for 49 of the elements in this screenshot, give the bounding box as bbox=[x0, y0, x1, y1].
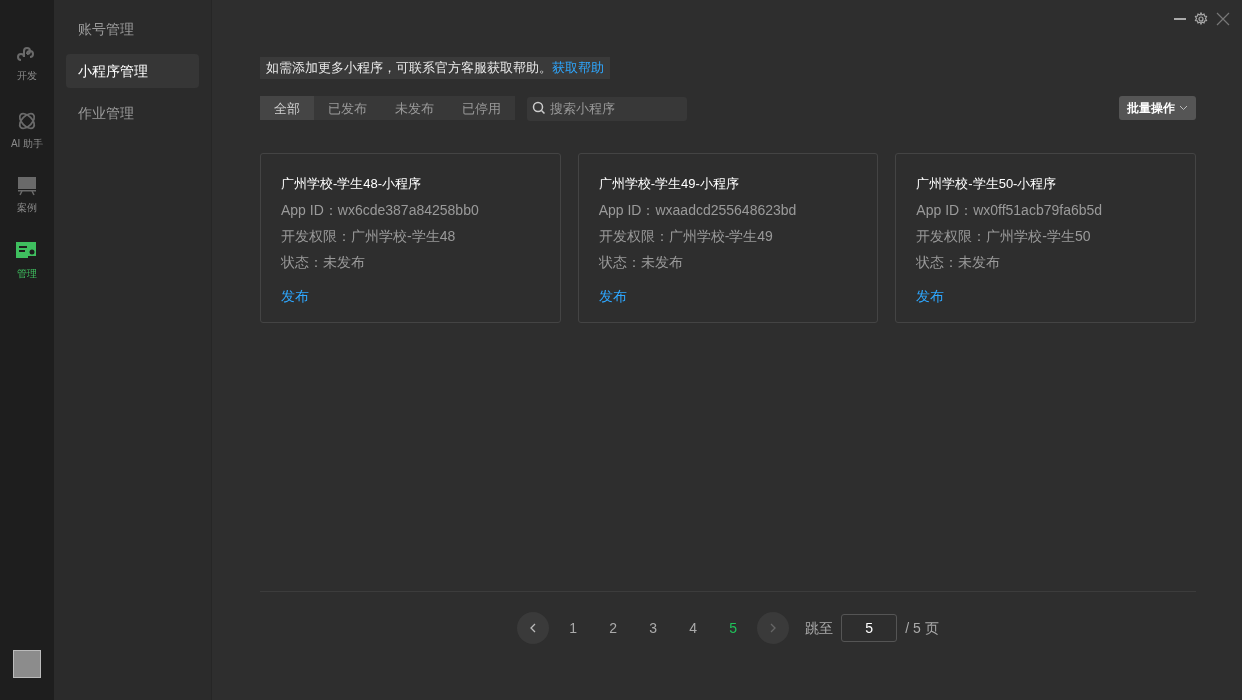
publish-link[interactable]: 发布 bbox=[916, 285, 945, 306]
help-link[interactable]: 获取帮助 bbox=[552, 58, 604, 78]
card-title: 广州学校-学生49-小程序 bbox=[598, 174, 740, 193]
app-id-text: App ID：wx6cde387a84258bb0 bbox=[281, 200, 480, 220]
rail-item[interactable]: 开发 bbox=[0, 44, 54, 110]
page-number[interactable]: 2 bbox=[597, 612, 630, 644]
rail-item[interactable]: 管理 bbox=[0, 242, 54, 308]
chevron-right-icon bbox=[770, 623, 777, 633]
filter-tab[interactable]: 已发布 bbox=[314, 96, 381, 121]
rail-item[interactable]: AI 助手 bbox=[0, 110, 54, 176]
filter-tab[interactable]: 已停用 bbox=[448, 96, 515, 121]
filter-tab[interactable]: 未发布 bbox=[381, 96, 448, 121]
card-title: 广州学校-学生48-小程序 bbox=[281, 174, 423, 193]
settings-icon[interactable] bbox=[1194, 12, 1208, 26]
sidebar-item[interactable]: 小程序管理 bbox=[66, 54, 199, 88]
chevron-left-icon bbox=[530, 623, 537, 633]
caret-icon bbox=[1179, 105, 1188, 112]
orbit-icon bbox=[16, 110, 38, 132]
status-text: 状态：未发布 bbox=[281, 252, 366, 272]
search-icon bbox=[532, 101, 546, 115]
jump-label: 跳至 bbox=[805, 618, 834, 638]
board-icon bbox=[17, 176, 37, 196]
rail-item[interactable]: 案例 bbox=[0, 176, 54, 242]
avatar-photo-placeholder[interactable] bbox=[13, 650, 41, 678]
publish-link[interactable]: 发布 bbox=[281, 285, 309, 306]
close-icon[interactable] bbox=[1216, 12, 1230, 26]
permission-text: 开发权限：广州学校-学生49 bbox=[598, 226, 774, 246]
notice-text: 如需添加更多小程序，可联系官方客服获取帮助。 bbox=[266, 59, 552, 78]
permission-text: 开发权限：广州学校-学生50 bbox=[916, 226, 1092, 246]
status-text: 状态：未发布 bbox=[598, 252, 684, 272]
app-id-text: App ID：wxaadcd255648623bd bbox=[598, 200, 798, 220]
sidebar-item[interactable]: 作业管理 bbox=[66, 96, 199, 130]
batch-button[interactable]: 批量操作 bbox=[1119, 96, 1196, 121]
page-number[interactable]: 1 bbox=[557, 612, 590, 644]
publish-link[interactable]: 发布 bbox=[598, 285, 627, 306]
filter-tab[interactable]: 全部 bbox=[260, 96, 314, 121]
page-number[interactable]: 5 bbox=[717, 612, 750, 644]
page-number[interactable]: 3 bbox=[637, 612, 670, 644]
prev-page-button[interactable] bbox=[517, 612, 550, 644]
page-number[interactable]: 4 bbox=[677, 612, 710, 644]
app-id-text: App ID：wx0ff51acb79fa6b5d bbox=[916, 200, 1104, 220]
sidebar-item[interactable]: 账号管理 bbox=[66, 12, 199, 46]
loop-icon bbox=[17, 44, 37, 64]
search-field[interactable]: 搜索小程序 bbox=[527, 96, 687, 121]
status-text: 状态：未发布 bbox=[916, 252, 1002, 272]
total-pages-text: / 5 页 bbox=[905, 618, 939, 638]
card-title: 广州学校-学生50-小程序 bbox=[916, 174, 1058, 193]
permission-text: 开发权限：广州学校-学生48 bbox=[281, 226, 457, 246]
page-input[interactable]: 5 bbox=[841, 614, 898, 642]
